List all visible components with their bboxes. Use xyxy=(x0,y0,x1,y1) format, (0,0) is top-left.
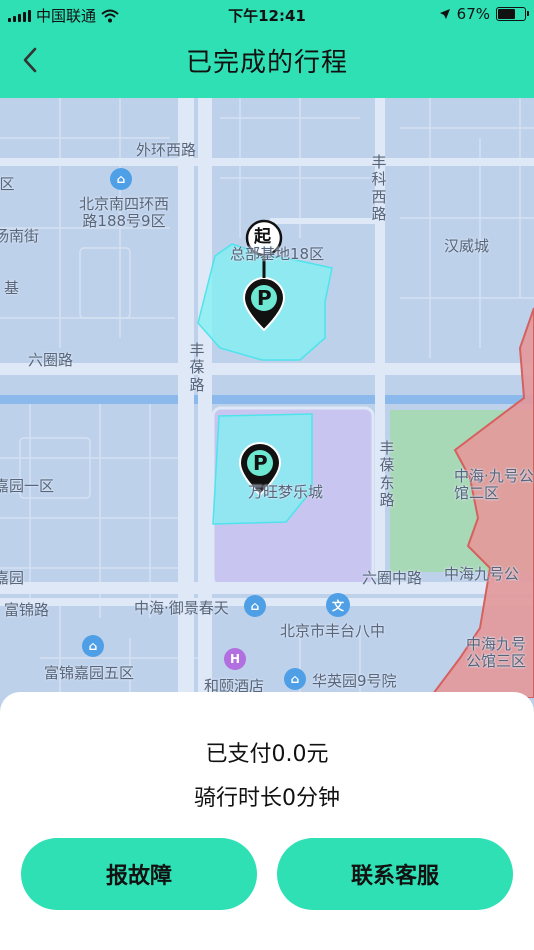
map-label-wanwang: 万旺梦乐城 xyxy=(248,483,324,501)
battery-percent: 67% xyxy=(456,5,490,23)
report-fault-button[interactable]: 报故障 xyxy=(21,838,257,910)
header: 中国联通 下午12:41 67% 已完成的行程 xyxy=(0,0,534,98)
trip-map[interactable]: 起 P P ⌂ ⌂ 文 ⌂ H ⌂ 外环西路 丰科西路 北京南四环西路188号9… xyxy=(0,98,534,698)
school-icon: 文 xyxy=(326,593,350,617)
map-label-fengke: 丰科西路 xyxy=(371,153,387,223)
contact-service-button[interactable]: 联系客服 xyxy=(277,838,513,910)
battery-icon xyxy=(496,7,529,21)
page-title: 已完成的行程 xyxy=(185,48,348,78)
house-icon: ⌂ xyxy=(82,635,104,657)
battery-level xyxy=(498,9,516,19)
map-label-edge-jiayuan: 嘉园 xyxy=(0,569,25,587)
map-label-zhonghai-2: 中海·九号公馆二区 xyxy=(454,467,534,503)
map-label-edge-qu: 8区 xyxy=(0,175,15,193)
nav-bar: 已完成的行程 xyxy=(0,28,534,98)
map-label-zongbu: 总部基地18区 xyxy=(230,245,325,263)
map-label-edge-nanjie: 杨南街 xyxy=(0,227,40,245)
map-label-waihuan: 外环西路 xyxy=(136,141,197,159)
map-label-zhonghai-short: 中海九号公 xyxy=(444,565,520,583)
map-label-hanweicheng: 汉威城 xyxy=(444,237,490,255)
map-label-fujin-road: 富锦路 xyxy=(4,601,50,619)
map-label-edge-ji: 基 xyxy=(4,279,20,297)
ride-duration: 骑行时长0分钟 xyxy=(194,786,340,811)
map-label-huaying: 华英园9号院 xyxy=(312,672,397,690)
location-arrow-icon xyxy=(439,9,450,19)
trip-summary-panel: 已支付0.0元 骑行时长0分钟 报故障 联系客服 xyxy=(0,692,534,950)
map-label-fengbao-east: 丰葆东路 xyxy=(379,439,395,509)
map-label-fengbao: 丰葆路 xyxy=(189,341,205,394)
house-icon: ⌂ xyxy=(244,595,266,617)
house-icon: ⌂ xyxy=(284,668,306,690)
map-label-liuquan: 六圈路 xyxy=(28,351,74,369)
house-icon: ⌂ xyxy=(110,168,132,190)
map-label-liuquan-middle: 六圈中路 xyxy=(362,569,423,587)
map-label-zhonghai-3: 中海九号公馆三区 xyxy=(466,635,527,671)
hotel-icon: H xyxy=(224,648,246,670)
map-label-yujing: 中海·御景春天 xyxy=(134,599,229,617)
parking-marker-label-end: P xyxy=(253,451,268,475)
map-label-fengtai-8: 北京市丰台八中 xyxy=(280,622,386,640)
map-base xyxy=(0,98,534,698)
paid-amount: 已支付0.0元 xyxy=(205,742,329,767)
map-label-edge-jiayuan-1: 嘉园一区 xyxy=(0,477,55,495)
parking-marker-label-start: P xyxy=(257,286,272,310)
map-label-fujin-5: 富锦嘉园五区 xyxy=(44,664,135,682)
status-right: 67% xyxy=(439,5,529,23)
status-bar: 中国联通 下午12:41 67% xyxy=(0,0,534,28)
river xyxy=(0,395,534,404)
map-label-beijing-nan: 北京南四环西路188号9区 xyxy=(78,195,169,231)
